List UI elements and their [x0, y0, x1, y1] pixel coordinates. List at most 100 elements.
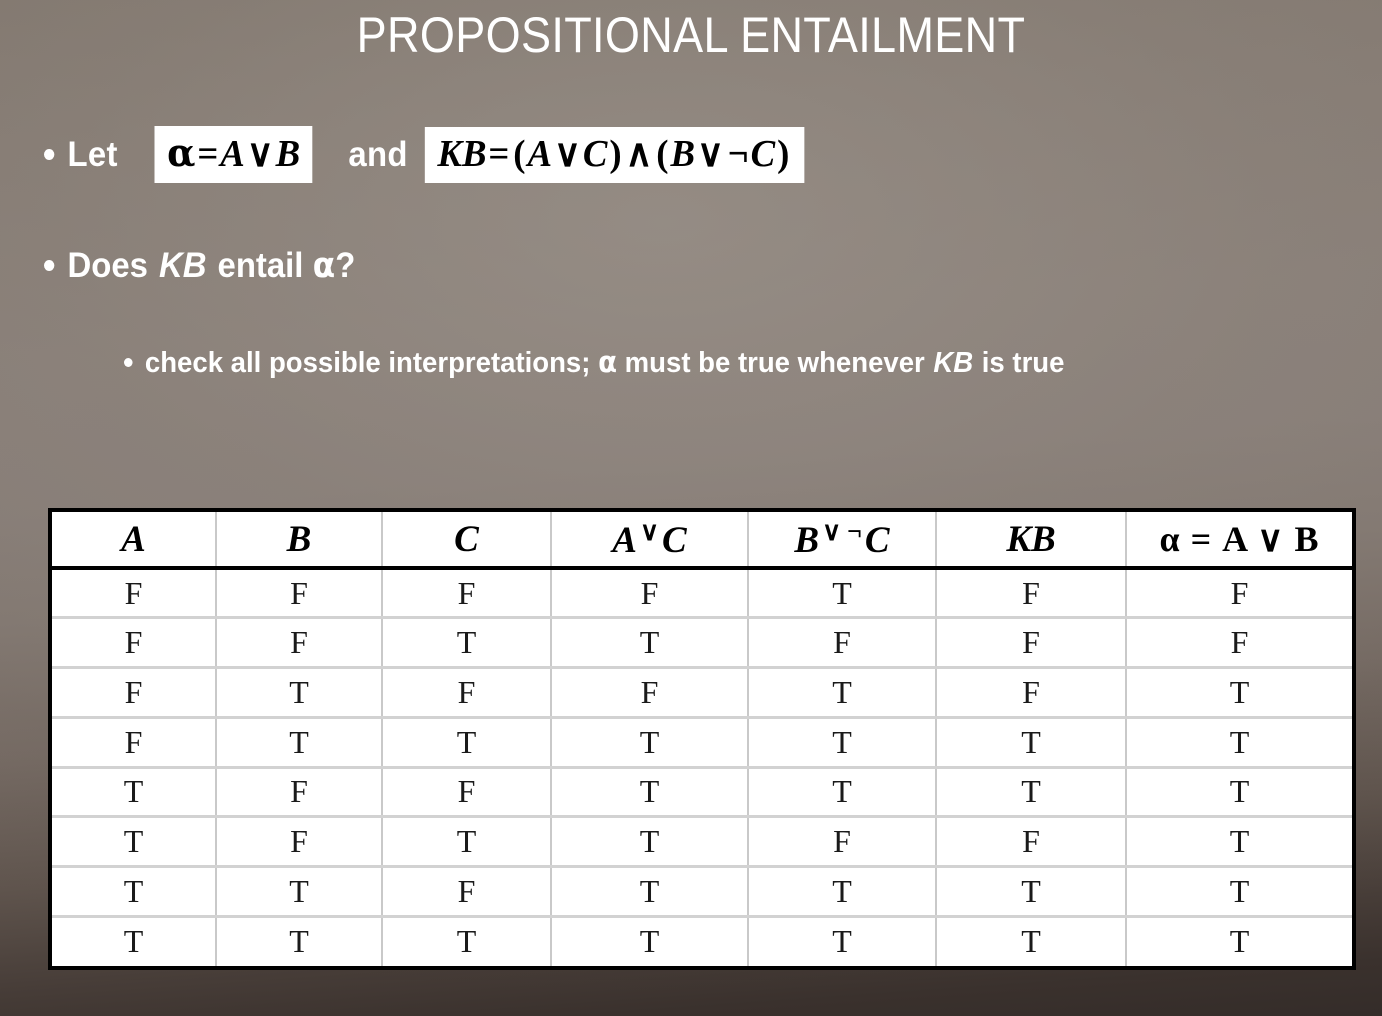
column-header-b-or-not-c: B ∨ ¬C — [748, 512, 937, 570]
header-c-operand: C — [662, 519, 687, 561]
column-header-a: A — [52, 512, 217, 570]
table-cell-bornotc-r4: T — [748, 717, 937, 769]
table-cell-alpha-r8: T — [1229, 923, 1250, 960]
table-cell-c-r4: T — [382, 717, 552, 769]
table-cell-alpha-r1: F — [1126, 568, 1352, 620]
table-cell-kb-r8: T — [936, 916, 1127, 966]
table-cell-kb-r5: T — [936, 767, 1127, 819]
table-cell-a-r3: F — [52, 667, 217, 719]
table-cell-a-r6: T — [52, 816, 217, 868]
table-cell-c-r5: F — [382, 767, 552, 819]
table-row: TTFTTTT — [52, 866, 1352, 918]
table-cell-kb-r3: F — [936, 667, 1127, 719]
table-cell-aorc-r8: T — [551, 916, 749, 966]
column-header-a-or-c: A ∨C — [551, 512, 749, 570]
table-cell-a-r2: F — [52, 617, 217, 669]
kb-open-paren-1: ( — [513, 132, 526, 175]
alpha-formula-box: α=A∨B — [154, 126, 314, 183]
table-cell-bornotc-r7: T — [748, 866, 937, 918]
subpoint-part3: is true — [974, 347, 1065, 379]
table-cell-alpha-r2: F — [1126, 617, 1352, 669]
bullet-dot-icon — [124, 358, 133, 367]
header-or-operator: ∨ — [639, 516, 660, 546]
table-cell-b-r7: T — [216, 866, 383, 918]
column-header-c: C — [382, 512, 552, 570]
alpha-or-operator: ∨ — [247, 133, 275, 175]
table-cell-c-r7: F — [382, 866, 552, 918]
header-b-operand: B — [794, 519, 820, 561]
bullet-question-row: Does KB entail α? — [44, 244, 355, 288]
subpoint-kb: KB — [933, 347, 974, 379]
bullet-dot-icon — [44, 149, 55, 160]
table-cell-aorc-r1: F — [551, 568, 749, 620]
table-cell-aorc-r7: T — [551, 866, 749, 918]
header-not-operator: ¬ — [847, 516, 862, 546]
subpoint-text: check all possible interpretations; α mu… — [145, 328, 1065, 397]
bullet-let-row: Let α=A∨B and KB= (A∨C) ∧ (B∨ ¬C) — [44, 126, 804, 183]
table-cell-bornotc-r8: T — [748, 916, 937, 966]
kb-or-operator-2: ∨ — [696, 132, 724, 175]
header-or-operator: ∨ — [822, 516, 842, 546]
table-cell-a-r8: T — [52, 916, 217, 966]
table-cell-alpha-r6: T — [1126, 816, 1352, 868]
table-cell-a-r5: T — [52, 767, 217, 819]
table-cell-a-r1: F — [52, 568, 217, 620]
kb-close-paren-1: ) — [609, 132, 622, 175]
kb-name: KB — [437, 132, 487, 175]
table-cell-kb-r2: F — [936, 617, 1127, 669]
kb-open-paren-2: ( — [656, 132, 669, 175]
header-a-operand: A — [612, 519, 637, 561]
table-header-row: A B C A ∨C B ∨ ¬C KB α = A ∨ B — [52, 512, 1352, 570]
slide-canvas: PROPOSITIONAL ENTAILMENT Let α=A∨B and K… — [0, 0, 1382, 1016]
table-cell-kb-r1: F — [936, 568, 1127, 620]
table-cell-a-r4: F — [52, 717, 217, 769]
alpha-symbol: α — [167, 130, 196, 175]
kb-or-operator-1: ∨ — [553, 132, 581, 175]
header-c-operand: C — [864, 519, 890, 561]
question-suffix: ? — [335, 246, 356, 285]
column-header-alpha: α = A ∨ B — [1126, 512, 1352, 570]
table-cell-c-r1: F — [382, 568, 552, 620]
and-label: and — [348, 134, 408, 174]
table-cell-b-r2: F — [216, 617, 383, 669]
table-cell-aorc-r5: T — [551, 767, 749, 819]
page-title: PROPOSITIONAL ENTAILMENT — [356, 7, 1026, 63]
subpoint-part2: must be true whenever — [617, 347, 933, 379]
table-cell-c-r6: T — [382, 816, 552, 868]
table-cell-b-r5: F — [216, 767, 383, 819]
table-cell-c-r8: T — [382, 916, 552, 966]
truth-table-container: A B C A ∨C B ∨ ¬C KB α = A ∨ B FFFFTFFFFTTF… — [48, 508, 1356, 970]
table-cell-bornotc-r5: T — [748, 767, 937, 819]
table-cell-alpha-r3: T — [1126, 667, 1352, 719]
table-row: TTTTTTT — [52, 916, 1352, 966]
table-cell-b-r6: F — [216, 816, 383, 868]
alpha-right-operand: B — [275, 133, 301, 175]
table-cell-c-r3: F — [382, 667, 552, 719]
table-cell-aorc-r4: T — [551, 717, 749, 769]
table-cell-aorc-r6: T — [551, 816, 749, 868]
question-kb: KB — [158, 246, 207, 285]
table-cell-bornotc-r6: F — [748, 816, 937, 868]
kb-close-paren-2: ) — [777, 132, 790, 175]
table-row: FFTTFFF — [52, 617, 1352, 669]
column-header-b: B — [216, 512, 383, 570]
kb-formula-box: KB= (A∨C) ∧ (B∨ ¬C) — [424, 126, 804, 183]
table-cell-kb-r7: T — [936, 866, 1127, 918]
question-text: Does KB entail α? — [68, 244, 356, 288]
table-cell-alpha-r5: T — [1126, 767, 1352, 819]
truth-table: A B C A ∨C B ∨ ¬C KB α = A ∨ B FFFFTFFFFTTF… — [52, 512, 1352, 966]
question-prefix: Does — [67, 246, 158, 285]
table-row: TFTTFFT — [52, 816, 1352, 868]
subpoint-part1: check all possible interpretations; — [144, 347, 599, 379]
kb-operand-b: B — [670, 132, 695, 175]
table-cell-bornotc-r2: F — [748, 617, 937, 669]
table-row: FFFFTFF — [52, 568, 1352, 620]
alpha-left-operand: A — [220, 133, 246, 175]
table-row: FTTTTTT — [52, 717, 1352, 769]
table-cell-kb-r4: T — [936, 717, 1127, 769]
table-cell-bornotc-r3: T — [748, 667, 937, 719]
bullet-subpoint-row: check all possible interpretations; α mu… — [124, 328, 1264, 397]
table-row: FTFFTFT — [52, 667, 1352, 719]
subpoint-alpha-symbol: α — [598, 345, 618, 379]
question-middle: entail — [208, 246, 313, 285]
